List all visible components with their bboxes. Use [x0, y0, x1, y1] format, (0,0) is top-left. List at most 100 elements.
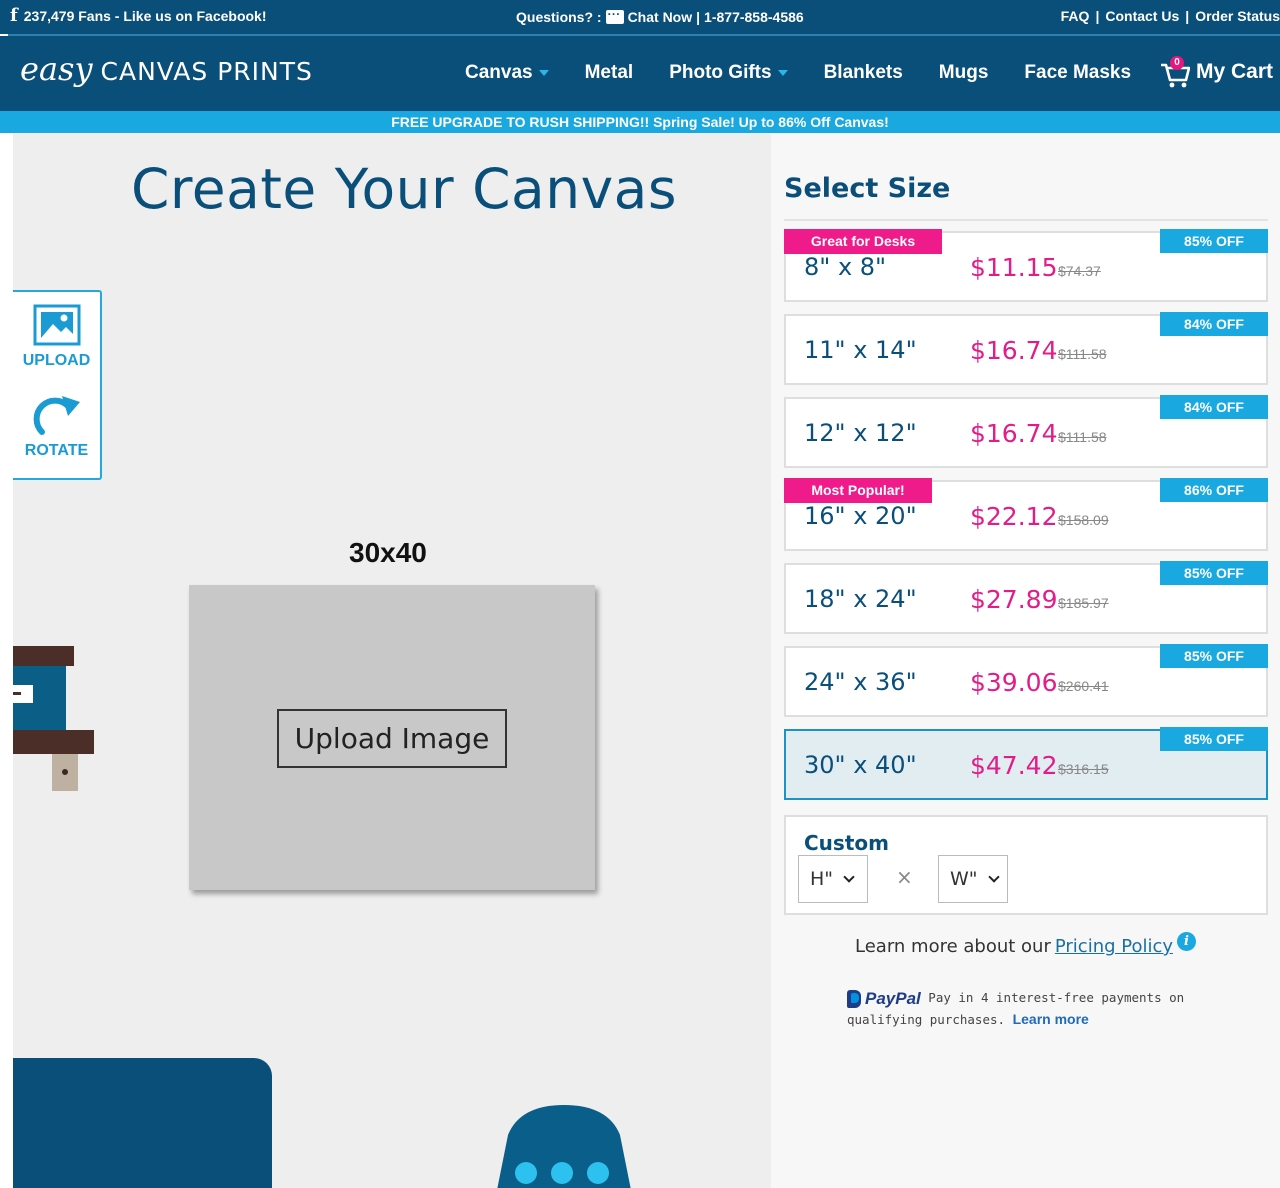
nav-item-label: Blankets — [823, 62, 903, 83]
chat-icon[interactable] — [605, 4, 624, 24]
facebook-link[interactable]: f 237,479 Fans - Like us on Facebook! — [10, 7, 267, 25]
custom-size-label: Custom — [804, 831, 889, 855]
facebook-icon: f — [10, 5, 18, 26]
phone-link[interactable]: 1-877-858-4586 — [704, 9, 804, 25]
custom-height-value: H" — [810, 868, 834, 890]
order-status-link[interactable]: Order Status — [1195, 8, 1280, 24]
size-original-price: $74.37 — [1058, 263, 1101, 279]
promo-banner[interactable]: FREE UPGRADE TO RUSH SHIPPING!! Spring S… — [0, 111, 1280, 133]
discount-badge: 86% OFF — [1160, 478, 1268, 502]
size-option[interactable]: 18" x 24" $27.89 $185.97 85% OFF — [784, 561, 1268, 634]
decor-chair — [497, 1105, 631, 1188]
separator: | — [1185, 8, 1190, 24]
size-original-price: $185.97 — [1058, 595, 1109, 611]
discount-badge: 84% OFF — [1160, 312, 1268, 336]
nav-item-mugs[interactable]: Mugs — [939, 62, 989, 84]
size-original-price: $111.58 — [1058, 346, 1107, 362]
decor-sofa — [13, 1058, 272, 1188]
size-option[interactable]: 30" x 40" $47.42 $316.15 85% OFF — [784, 727, 1268, 800]
size-original-price: $316.15 — [1058, 761, 1109, 777]
paypal-message: PayPal Pay in 4 interest-free payments o… — [847, 988, 1187, 1030]
logo-canvas-prints-text: CANVAS PRINTS — [100, 57, 313, 86]
canvas-preview[interactable]: Upload Image — [189, 585, 595, 890]
decor-shelf-base — [13, 730, 94, 754]
size-option[interactable]: 11" x 14" $16.74 $111.58 84% OFF — [784, 312, 1268, 385]
separator: | — [696, 9, 701, 25]
pricing-policy-line: Learn more about our Pricing Policy i — [855, 932, 1197, 957]
paypal-logo: PayPal — [847, 989, 921, 1009]
size-original-price: $260.41 — [1058, 678, 1109, 694]
size-option[interactable]: 8" x 8" $11.15 $74.37 85% OFF Great for Desk… — [784, 229, 1268, 302]
times-icon: × — [896, 865, 913, 889]
size-dimensions: 11" x 14" — [804, 336, 917, 364]
caret-down-icon — [538, 70, 549, 76]
chat-now-link[interactable]: Chat Now — [628, 9, 693, 25]
paypal-learn-more-link[interactable]: Learn more — [1013, 1011, 1089, 1027]
size-original-price: $111.58 — [1058, 429, 1107, 445]
size-original-price: $158.09 — [1058, 512, 1109, 528]
discount-badge: 85% OFF — [1160, 644, 1268, 668]
chevron-down-icon — [843, 870, 855, 883]
upload-tool[interactable]: UPLOAD — [13, 304, 100, 370]
heading-divider — [784, 219, 1268, 221]
size-price: $16.74 — [970, 336, 1058, 365]
custom-size-box: Custom H" × W" — [784, 815, 1268, 915]
main-nav: easy CANVAS PRINTS Canvas Metal Photo Gi… — [0, 36, 1280, 111]
size-option[interactable]: 24" x 36" $39.06 $260.41 85% OFF — [784, 644, 1268, 717]
my-cart-button[interactable]: 0 My Cart — [1160, 56, 1273, 88]
cart-count-badge: 0 — [1170, 56, 1184, 70]
highlight-tag: Most Popular! — [784, 478, 932, 503]
size-price: $47.42 — [970, 751, 1058, 780]
select-size-heading: Select Size — [784, 173, 951, 204]
shopping-cart-icon: 0 — [1160, 56, 1191, 88]
size-dimensions: 18" x 24" — [804, 585, 917, 613]
rotate-tool[interactable]: ROTATE — [13, 392, 100, 460]
size-dimensions: 30" x 40" — [804, 751, 917, 779]
selected-size-label: 30x40 — [349, 537, 427, 568]
nav-item-metal[interactable]: Metal — [585, 62, 634, 84]
decor-shelf-handle — [13, 692, 21, 695]
nav-menu: Canvas Metal Photo Gifts Blankets Mugs F… — [465, 62, 1167, 84]
caret-down-icon — [777, 70, 788, 76]
upload-image-button[interactable]: Upload Image — [277, 709, 507, 768]
size-option[interactable]: 16" x 20" $22.12 $158.09 86% OFF Most Popula… — [784, 478, 1268, 551]
canvas-workspace: Create Your Canvas UPLOAD ROTATE 30x40 U… — [13, 133, 771, 1188]
nav-item-canvas[interactable]: Canvas — [465, 62, 549, 84]
questions-label: Questions? : — [516, 9, 602, 25]
separator: | — [1095, 8, 1100, 24]
nav-item-label: Metal — [584, 62, 634, 83]
rotate-label: ROTATE — [24, 442, 89, 459]
faq-link[interactable]: FAQ — [1061, 8, 1090, 24]
size-price: $39.06 — [970, 668, 1058, 697]
pricing-policy-link[interactable]: Pricing Policy — [1055, 936, 1173, 957]
discount-badge: 85% OFF — [1160, 561, 1268, 585]
custom-width-value: W" — [950, 868, 978, 890]
image-upload-icon — [33, 304, 80, 346]
info-icon[interactable]: i — [1177, 932, 1197, 951]
nav-item-blankets[interactable]: Blankets — [824, 62, 903, 84]
highlight-tag: Great for Desks — [784, 229, 942, 254]
size-price: $22.12 — [970, 502, 1058, 531]
size-price: $27.89 — [970, 585, 1058, 614]
upload-label: UPLOAD — [22, 352, 91, 369]
nav-item-photo-gifts[interactable]: Photo Gifts — [669, 62, 788, 84]
size-price: $11.15 — [970, 253, 1058, 282]
size-dimensions: 12" x 12" — [804, 419, 917, 447]
discount-badge: 85% OFF — [1160, 727, 1268, 751]
nav-item-label: Photo Gifts — [669, 62, 772, 83]
nav-item-label: Mugs — [938, 62, 989, 83]
paypal-brand-text: PayPal — [865, 988, 921, 1008]
custom-width-select[interactable]: W" — [938, 855, 1008, 903]
custom-height-select[interactable]: H" — [798, 855, 868, 903]
size-dimensions: 24" x 36" — [804, 668, 917, 696]
paypal-icon — [847, 989, 861, 1008]
pricing-prefix: Learn more about our — [855, 936, 1051, 957]
decor-shelf-knob — [62, 769, 68, 775]
site-logo[interactable]: easy CANVAS PRINTS — [20, 50, 313, 88]
size-option[interactable]: 12" x 12" $16.74 $111.58 84% OFF — [784, 395, 1268, 468]
nav-item-face-masks[interactable]: Face Masks — [1024, 62, 1131, 84]
contact-us-link[interactable]: Contact Us — [1105, 8, 1179, 24]
nav-item-label: Canvas — [465, 62, 533, 83]
top-bar: f 237,479 Fans - Like us on Facebook! Qu… — [0, 0, 1280, 34]
discount-badge: 84% OFF — [1160, 395, 1268, 419]
